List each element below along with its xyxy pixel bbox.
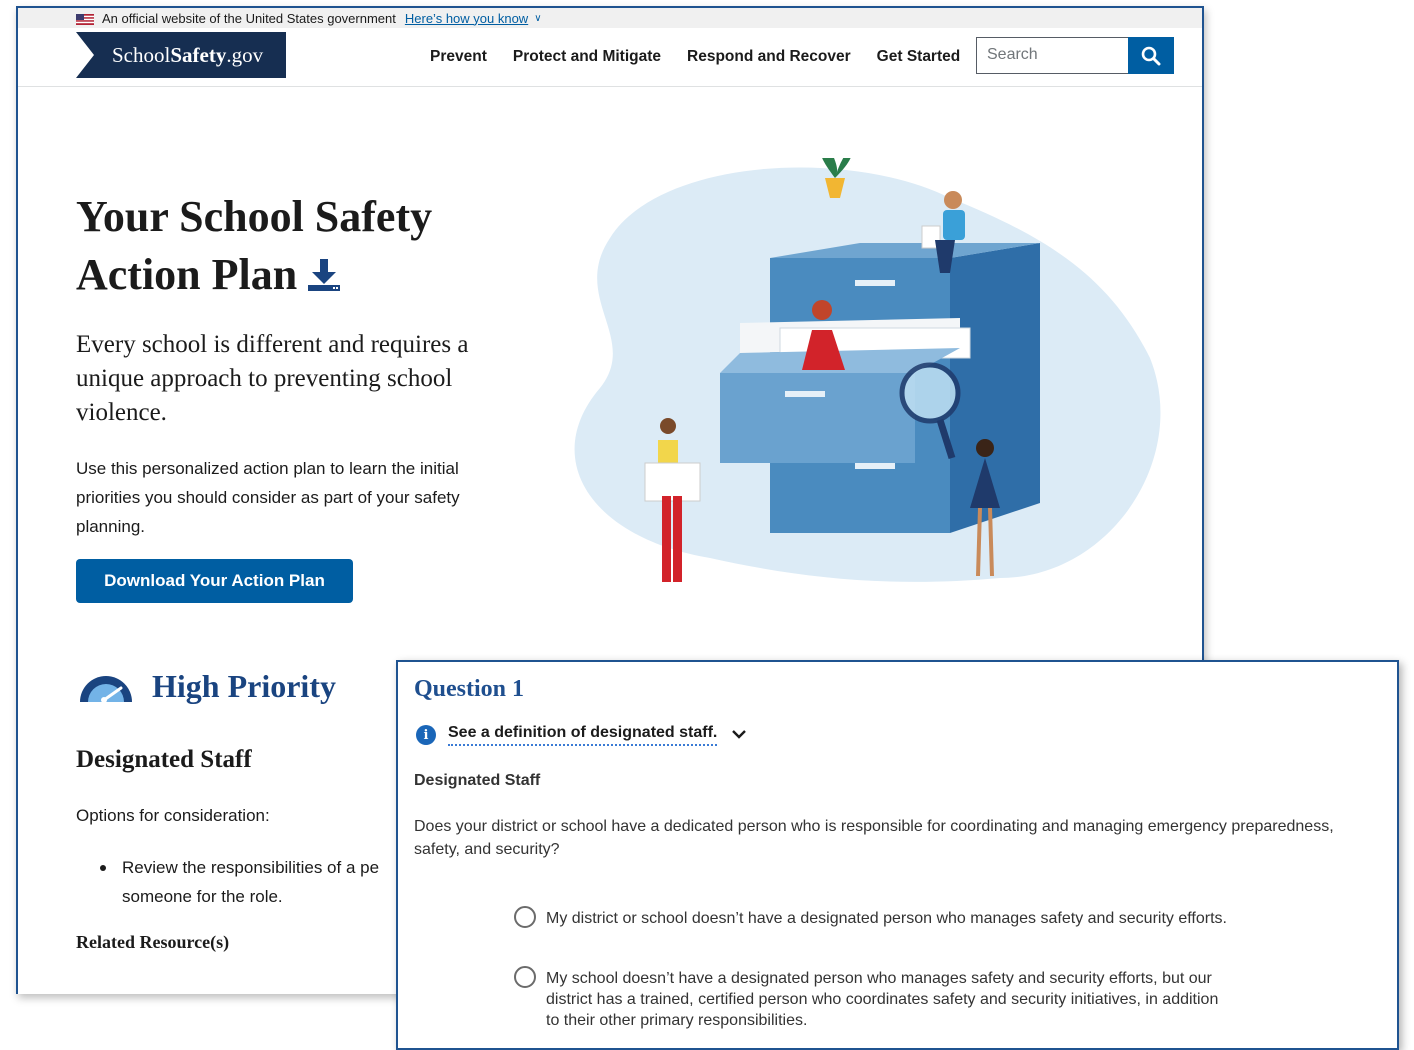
page-title: Your School Safety Action Plan: [76, 188, 516, 308]
title-line-1: Your School Safety: [76, 192, 433, 241]
search-icon: [1141, 46, 1161, 65]
radio-button[interactable]: [514, 906, 536, 928]
heres-how-you-know-link[interactable]: Here’s how you know: [405, 11, 528, 26]
nav-protect-and-mitigate[interactable]: Protect and Mitigate: [513, 48, 661, 66]
nav-get-started[interactable]: Get Started: [877, 48, 961, 66]
chevron-down-icon[interactable]: [731, 726, 747, 744]
answer-option-1[interactable]: My district or school doesn’t have a des…: [514, 906, 1236, 929]
site-logo[interactable]: School Safety .gov: [76, 32, 286, 78]
definition-toggle[interactable]: i See a definition of designated staff.: [416, 724, 747, 746]
radio-button[interactable]: [514, 966, 536, 988]
high-priority-text: High Priority: [152, 668, 336, 704]
search-form: Search: [976, 37, 1174, 74]
designated-staff-heading: Designated Staff: [76, 746, 252, 773]
options-label: Options for consideration:: [76, 806, 270, 825]
answer-option-2[interactable]: My school doesn’t have a designated pers…: [514, 966, 1236, 1031]
logo-bold: Safety: [170, 42, 227, 67]
related-resources-label: Related Resource(s): [76, 932, 230, 952]
title-line-2: Action Plan: [76, 250, 298, 299]
nav-prevent[interactable]: Prevent: [430, 48, 487, 66]
logo-suffix: .gov: [226, 42, 264, 67]
nav-respond-and-recover[interactable]: Respond and Recover: [687, 48, 851, 66]
hero-body: Use this personalized action plan to lea…: [76, 459, 460, 536]
site-header: School Safety .gov Prevent Protect and Mit…: [18, 28, 1202, 87]
search-button[interactable]: [1128, 37, 1174, 74]
bullet-text: Review the responsibilities of a pe some…: [122, 858, 380, 906]
download-icon[interactable]: [305, 250, 343, 308]
search-input[interactable]: Search: [976, 37, 1128, 74]
answer-option-label[interactable]: My district or school doesn’t have a des…: [546, 908, 1236, 929]
chevron-down-icon[interactable]: ∨: [534, 13, 541, 24]
question-title: Question 1: [414, 676, 525, 702]
info-icon: i: [416, 725, 436, 745]
list-item: Review the responsibilities of a pe some…: [100, 853, 420, 911]
question-panel-window: Question 1 i See a definition of designa…: [396, 660, 1399, 1050]
answer-option-label[interactable]: My school doesn’t have a designated pers…: [546, 968, 1236, 1031]
gov-banner: An official website of the United States…: [18, 8, 1202, 28]
definition-toggle-label[interactable]: See a definition of designated staff.: [448, 724, 718, 746]
gauge-icon: [80, 675, 132, 703]
us-flag-icon: [76, 13, 94, 25]
main-nav: Prevent Protect and Mitigate Respond and…: [430, 48, 960, 66]
high-priority-heading: High Priority: [76, 668, 336, 705]
hero-lede: Every school is different and requires a…: [76, 331, 469, 426]
bullet-dot: [100, 865, 106, 871]
logo-prefix: School: [112, 42, 171, 67]
gov-banner-text: An official website of the United States…: [102, 10, 396, 26]
question-text: Does your district or school have a dedi…: [414, 818, 1334, 858]
section-label: Designated Staff: [414, 772, 541, 789]
download-action-plan-button[interactable]: Download Your Action Plan: [76, 559, 353, 603]
filing-cabinet-illustration: [574, 158, 1161, 582]
